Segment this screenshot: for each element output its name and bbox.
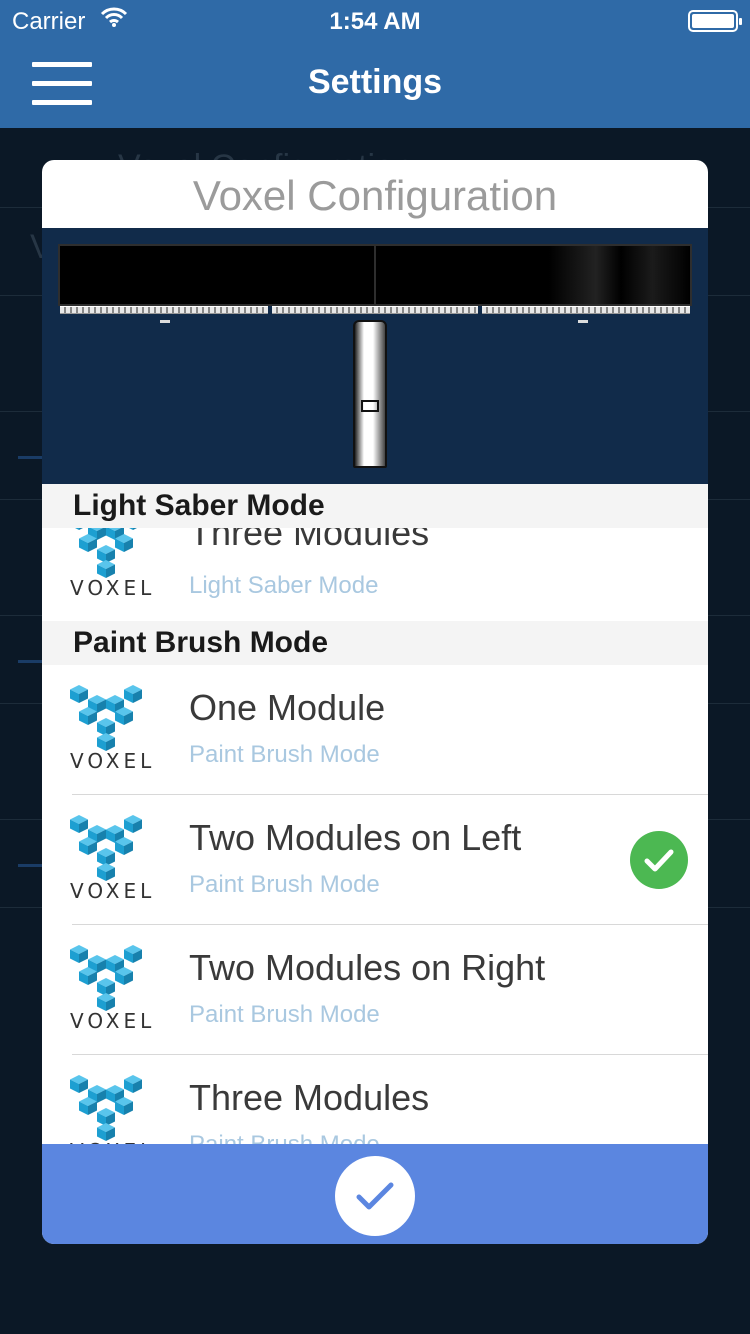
selected-check-icon	[630, 831, 688, 889]
mode-list: VOXEL Three Modules Light Saber Mode Lig…	[42, 484, 708, 1144]
voxel-logo: VOXEL	[70, 683, 151, 779]
light-saber-handle	[353, 320, 387, 468]
led-strip	[60, 306, 268, 314]
list-item[interactable]: VOXEL Three Modules Light Saber Mode	[42, 512, 708, 624]
confirm-button[interactable]	[335, 1156, 415, 1236]
battery-icon	[688, 10, 742, 32]
navigation-bar: Carrier 1:54 AM Settings	[0, 0, 750, 128]
voxel-logo: VOXEL	[70, 943, 151, 1039]
connector-mark	[578, 320, 588, 323]
logo-wordmark: VOXEL	[70, 576, 156, 600]
checkmark-icon	[356, 1182, 394, 1210]
voxel-configuration-dialog: Voxel Configuration VOXEL Three Modules …	[42, 160, 708, 1244]
clock: 1:54 AM	[329, 8, 421, 35]
logo-wordmark: VOXEL	[70, 749, 156, 773]
list-item[interactable]: VOXEL Two Modules on Right Paint Brush M…	[42, 925, 708, 1055]
list-item[interactable]: VOXEL Two Modules on Left Paint Brush Mo…	[42, 795, 708, 925]
row-subtitle: Light Saber Mode	[189, 572, 379, 599]
row-title: Three Modules	[189, 1077, 430, 1118]
list-item[interactable]: VOXEL One Module Paint Brush Mode	[42, 665, 708, 795]
module-panel	[374, 244, 692, 306]
row-subtitle: Paint Brush Mode	[189, 871, 380, 898]
row-title: Two Modules on Left	[189, 817, 522, 858]
list-item[interactable]: VOXEL Three Modules Paint Brush Mode	[42, 1055, 708, 1144]
row-subtitle: Paint Brush Mode	[189, 1001, 380, 1028]
confirm-bar	[42, 1144, 708, 1244]
voxel-logo: VOXEL	[70, 1073, 151, 1144]
logo-wordmark: VOXEL	[70, 1009, 156, 1033]
logo-wordmark: VOXEL	[70, 879, 156, 903]
row-title: Two Modules on Right	[189, 947, 546, 988]
led-strip	[272, 306, 478, 314]
row-subtitle: Paint Brush Mode	[189, 1131, 380, 1144]
section-header-paint-brush: Paint Brush Mode	[42, 621, 708, 665]
status-bar: Carrier 1:54 AM	[0, 0, 750, 40]
voxel-logo: VOXEL	[70, 813, 151, 909]
row-subtitle: Paint Brush Mode	[189, 741, 380, 768]
row-title: One Module	[189, 687, 386, 728]
configuration-preview	[42, 228, 708, 484]
dialog-title: Voxel Configuration	[192, 172, 558, 219]
connector-mark	[160, 320, 170, 323]
page-title: Settings	[307, 63, 443, 101]
module-panel	[58, 244, 376, 306]
led-strip	[482, 306, 690, 314]
section-header-light-saber: Light Saber Mode	[42, 484, 708, 528]
